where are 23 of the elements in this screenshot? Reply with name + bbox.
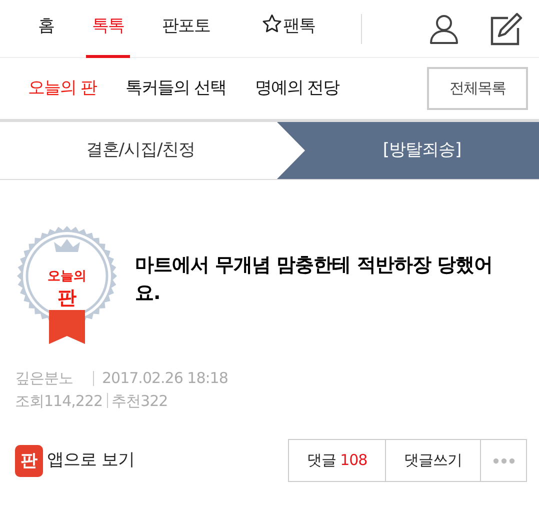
all-list-button[interactable]: 전체목록 [427,67,528,110]
recommend-count: 추천322 [112,390,168,412]
category-tab[interactable]: [방탈죄송] [305,122,539,179]
badge-text: 판 [58,287,76,309]
nav-tab[interactable]: 팬톡 [256,0,321,58]
sub-nav-tab[interactable]: 명예의 전당 [254,76,340,102]
view-count: 조회114,222 [15,390,103,412]
app-icon[interactable]: 판 [15,444,43,476]
app-link[interactable]: 앱으로 보기 [47,448,134,474]
nav-tab[interactable]: 홈 [32,0,60,58]
nav-tab[interactable]: 톡톡 [86,0,130,58]
star-icon [262,14,282,34]
sub-nav-tab[interactable]: 톡커들의 선택 [125,76,226,102]
badge-text: 오늘의 [48,269,86,284]
author-name: 깊은분노 [15,368,73,389]
post-title: 마트에서 무개념 맘충한테 적반하장 당했어요. [135,252,494,306]
nav-tab[interactable]: 판포토 [156,0,216,58]
category-tab[interactable]: 결혼/시집/친정 [0,122,305,179]
post-date: 2017.02.26 18:18 [102,368,228,389]
edit-icon[interactable] [489,12,523,46]
user-icon[interactable] [429,14,459,44]
more-icon [492,458,514,464]
sub-nav-tab[interactable]: 오늘의 판 [28,76,96,102]
